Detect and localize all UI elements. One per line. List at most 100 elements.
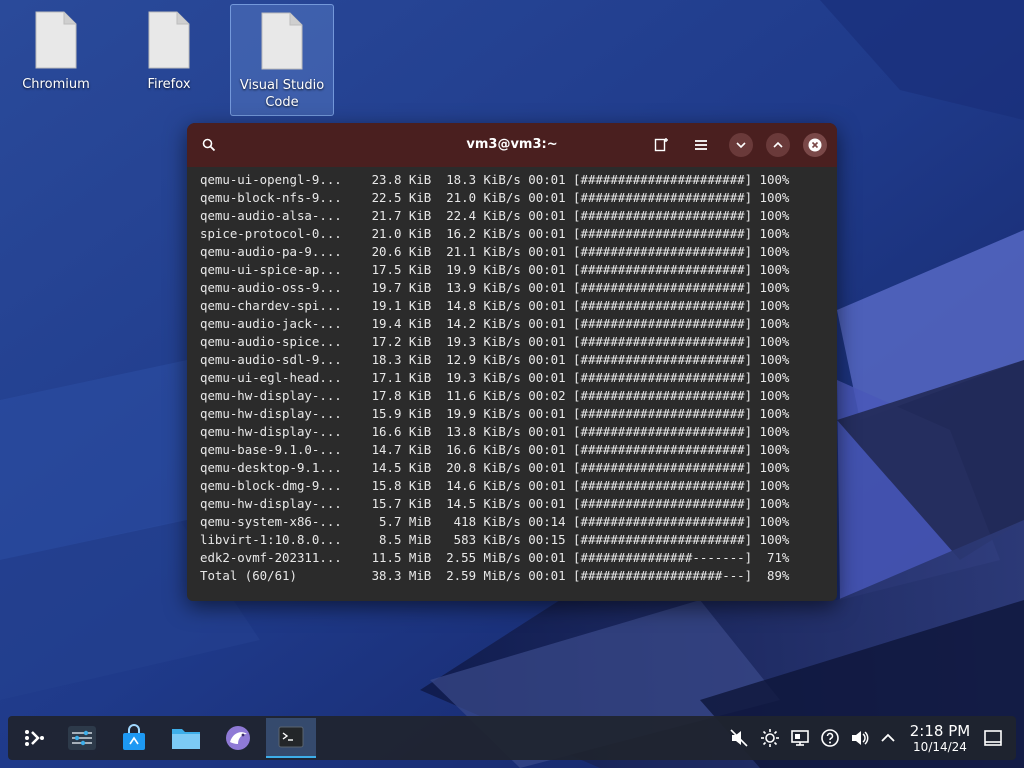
terminal-window[interactable]: vm3@vm3:~ qemu-ui-opengl-9... 23.8 KiB 1…: [187, 123, 837, 601]
maximize-button[interactable]: [766, 133, 790, 157]
download-size: 14.7 KiB: [341, 442, 432, 457]
elapsed-time: 00:02: [520, 388, 566, 403]
download-size: 22.5 KiB: [341, 190, 432, 205]
show-desktop-icon[interactable]: [983, 728, 1003, 748]
progress-bar: [######################]: [565, 424, 753, 439]
package-name: qemu-desktop-9.1...: [200, 460, 342, 475]
volume-icon[interactable]: [850, 728, 870, 748]
progress-bar: [######################]: [565, 388, 753, 403]
app-launcher-icon: [25, 730, 44, 746]
new-tab-button[interactable]: [649, 133, 673, 157]
desktop-icon-label: Visual Studio Code: [239, 78, 325, 110]
terminal-line: qemu-hw-display-... 15.7 KiB 14.5 KiB/s …: [200, 495, 837, 513]
package-name: qemu-hw-display-...: [200, 496, 342, 511]
audio-muted-icon[interactable]: [729, 728, 749, 748]
package-name: qemu-audio-alsa-...: [200, 208, 342, 223]
download-speed: 19.9 KiB/s: [431, 262, 521, 277]
download-speed: 14.8 KiB/s: [431, 298, 521, 313]
progress-percent: 100%: [752, 496, 790, 511]
search-button[interactable]: [197, 133, 221, 157]
taskbar: 2:18 PM 10/14/24: [8, 716, 1016, 760]
new-tab-icon: [654, 138, 668, 152]
display-icon[interactable]: [790, 728, 810, 748]
progress-percent: 100%: [752, 334, 790, 349]
system-settings-button[interactable]: [60, 718, 104, 758]
progress-percent: 100%: [752, 244, 790, 259]
elapsed-time: 00:01: [520, 352, 566, 367]
desktop-icon-vscode[interactable]: Visual Studio Code: [230, 4, 334, 116]
progress-percent: 100%: [752, 316, 790, 331]
app-launcher-button[interactable]: [12, 718, 56, 758]
terminal-line: qemu-ui-egl-head... 17.1 KiB 19.3 KiB/s …: [200, 369, 837, 387]
discover-store-button[interactable]: [112, 718, 156, 758]
chevron-down-icon: [736, 142, 746, 149]
elapsed-time: 00:01: [520, 424, 566, 439]
download-speed: 2.59 MiB/s: [431, 568, 521, 583]
terminal-line: qemu-base-9.1.0-... 14.7 KiB 16.6 KiB/s …: [200, 441, 837, 459]
terminal-line: qemu-block-nfs-9... 22.5 KiB 21.0 KiB/s …: [200, 189, 837, 207]
elapsed-time: 00:01: [520, 280, 566, 295]
progress-percent: 89%: [752, 568, 790, 583]
download-size: 17.1 KiB: [341, 370, 432, 385]
progress-percent: 100%: [752, 208, 790, 223]
elapsed-time: 00:01: [520, 172, 566, 187]
progress-bar: [######################]: [565, 298, 753, 313]
download-speed: 16.2 KiB/s: [431, 226, 521, 241]
digital-clock[interactable]: 2:18 PM 10/14/24: [898, 722, 982, 754]
desktop-icon-chromium[interactable]: Chromium: [4, 4, 108, 116]
brightness-icon[interactable]: [760, 728, 780, 748]
progress-percent: 100%: [752, 190, 790, 205]
package-name: libvirt-1:10.8.0...: [200, 532, 342, 547]
progress-percent: 100%: [752, 352, 790, 367]
progress-bar: [###################---]: [565, 568, 753, 583]
download-size: 18.3 KiB: [341, 352, 432, 367]
download-size: 5.7 MiB: [341, 514, 432, 529]
progress-percent: 100%: [752, 532, 790, 547]
progress-percent: 100%: [752, 388, 790, 403]
elapsed-time: 00:01: [520, 190, 566, 205]
terminal-line: spice-protocol-0... 21.0 KiB 16.2 KiB/s …: [200, 225, 837, 243]
folder-icon: [172, 729, 200, 749]
terminal-line: qemu-desktop-9.1... 14.5 KiB 20.8 KiB/s …: [200, 459, 837, 477]
terminal-taskbar-button[interactable]: [266, 718, 316, 758]
chevron-up-icon[interactable]: [878, 728, 898, 748]
terminal-line: qemu-block-dmg-9... 15.8 KiB 14.6 KiB/s …: [200, 477, 837, 495]
elapsed-time: 00:01: [520, 442, 566, 457]
desktop-icon-label: Firefox: [147, 77, 191, 92]
progress-bar: [######################]: [565, 334, 753, 349]
help-icon[interactable]: [820, 728, 840, 748]
browser-button[interactable]: [216, 718, 260, 758]
download-speed: 11.6 KiB/s: [431, 388, 521, 403]
elapsed-time: 00:01: [520, 226, 566, 241]
desktop-icon-firefox[interactable]: Firefox: [117, 4, 221, 116]
download-size: 19.1 KiB: [341, 298, 432, 313]
download-size: 8.5 MiB: [341, 532, 432, 547]
progress-bar: [######################]: [565, 406, 753, 421]
terminal-line: qemu-audio-pa-9.... 20.6 KiB 21.1 KiB/s …: [200, 243, 837, 261]
progress-percent: 100%: [752, 172, 790, 187]
close-button[interactable]: [803, 133, 827, 157]
elapsed-time: 00:14: [520, 514, 566, 529]
menu-button[interactable]: [689, 133, 713, 157]
minimize-button[interactable]: [729, 133, 753, 157]
download-size: 23.8 KiB: [341, 172, 432, 187]
progress-bar: [######################]: [565, 478, 753, 493]
elapsed-time: 00:01: [520, 262, 566, 277]
download-speed: 19.9 KiB/s: [431, 406, 521, 421]
download-size: 21.0 KiB: [341, 226, 432, 241]
progress-percent: 100%: [752, 226, 790, 241]
progress-bar: [######################]: [565, 280, 753, 295]
terminal-titlebar[interactable]: vm3@vm3:~: [187, 123, 837, 167]
file-manager-button[interactable]: [164, 718, 208, 758]
terminal-output[interactable]: qemu-ui-opengl-9... 23.8 KiB 18.3 KiB/s …: [187, 167, 837, 585]
package-name: qemu-audio-spice...: [200, 334, 342, 349]
terminal-line: qemu-audio-spice... 17.2 KiB 19.3 KiB/s …: [200, 333, 837, 351]
download-size: 15.7 KiB: [341, 496, 432, 511]
download-speed: 14.5 KiB/s: [431, 496, 521, 511]
discover-store-icon: [123, 724, 145, 750]
progress-bar: [######################]: [565, 496, 753, 511]
file-icon: [148, 11, 190, 69]
progress-bar: [######################]: [565, 208, 753, 223]
progress-bar: [######################]: [565, 442, 753, 457]
package-name: qemu-audio-oss-9...: [200, 280, 342, 295]
